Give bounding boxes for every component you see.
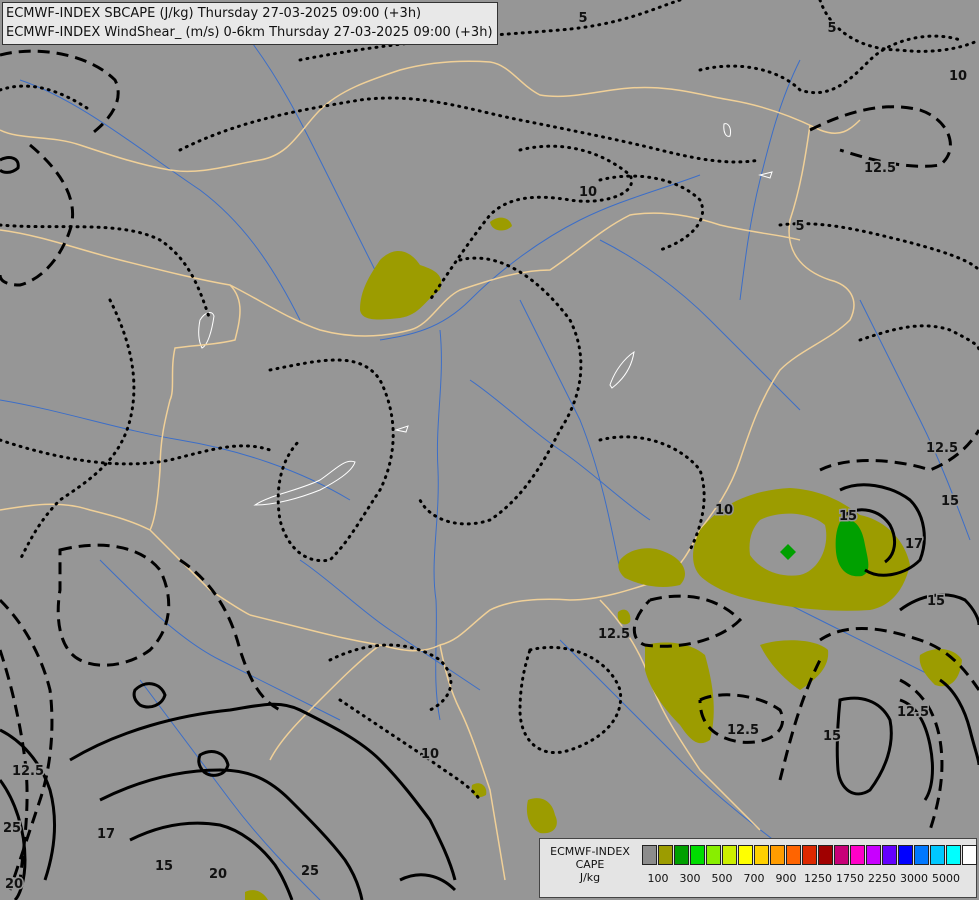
legend-swatch	[962, 845, 977, 865]
legend-label: ECMWF-INDEX CAPE J/kg	[544, 845, 636, 884]
contour-label: 12.5	[926, 441, 958, 456]
contour-label: 12.5	[864, 161, 896, 176]
contour-label: 5	[795, 219, 804, 234]
map-title-box: ECMWF-INDEX SBCAPE (J/kg) Thursday 27-03…	[2, 2, 498, 45]
contour-label: 10	[715, 503, 733, 518]
contour-label: 15	[155, 859, 173, 874]
contour-label: 25	[301, 864, 319, 879]
legend-tick-label: 500	[711, 872, 733, 885]
legend-swatch	[658, 845, 673, 865]
contour-label: 10	[949, 69, 967, 84]
legend-tick-label: 300	[679, 872, 701, 885]
legend-swatch	[786, 845, 801, 865]
legend-unit: J/kg	[579, 871, 601, 884]
contour-label: 15	[941, 494, 959, 509]
legend-swatch	[834, 845, 849, 865]
legend-variable: CAPE	[575, 858, 605, 871]
legend-swatch	[898, 845, 913, 865]
legend-swatch	[722, 845, 737, 865]
contour-label: 15	[823, 729, 841, 744]
legend-swatch	[850, 845, 865, 865]
legend-swatch	[818, 845, 833, 865]
legend-swatch	[866, 845, 881, 865]
legend-tick-label: 1750	[836, 872, 864, 885]
weather-map: 5 10 12.5 5 10 5 12.5 15 15 15 17 10 12.…	[0, 0, 979, 900]
legend-swatch	[914, 845, 929, 865]
legend-swatch	[738, 845, 753, 865]
map-background	[0, 0, 979, 900]
legend-swatch	[882, 845, 897, 865]
windshear-title: ECMWF-INDEX WindShear_ (m/s) 0-6km Thurs…	[6, 25, 493, 40]
contour-label: 12.5	[12, 764, 44, 779]
legend-tick-label: 1250	[804, 872, 832, 885]
legend-tick-label: 3000	[900, 872, 928, 885]
legend-color-scale	[642, 845, 978, 865]
contour-label: 15	[927, 594, 945, 609]
contour-label: 20	[5, 877, 23, 892]
cape-title: ECMWF-INDEX SBCAPE (J/kg) Thursday 27-03…	[6, 6, 422, 21]
contour-label: 5	[578, 11, 587, 26]
contour-label: 10	[421, 747, 439, 762]
legend-model: ECMWF-INDEX	[550, 845, 630, 858]
contour-label: 17	[905, 537, 923, 552]
contour-label: 20	[209, 867, 227, 882]
legend-tick-label: 100	[647, 872, 669, 885]
legend-swatch	[754, 845, 769, 865]
legend-swatch	[946, 845, 961, 865]
legend-swatch	[930, 845, 945, 865]
legend-tick-label: 700	[743, 872, 765, 885]
legend-swatch	[690, 845, 705, 865]
legend-tick-label: 5000	[932, 872, 960, 885]
contour-label: 17	[97, 827, 115, 842]
contour-label: 25	[3, 821, 21, 836]
contour-label: 5	[827, 21, 836, 36]
legend-swatch	[642, 845, 657, 865]
legend-swatch	[770, 845, 785, 865]
legend-swatch	[802, 845, 817, 865]
cape-legend: ECMWF-INDEX CAPE J/kg 100 300 500 700 900 125…	[539, 838, 977, 898]
contour-label: 15	[839, 509, 857, 524]
contour-label: 12.5	[897, 705, 929, 720]
contour-label: 10	[579, 185, 597, 200]
legend-tick-label: 900	[775, 872, 797, 885]
legend-swatch	[674, 845, 689, 865]
contour-label: 12.5	[598, 627, 630, 642]
legend-tick-labels: 100 300 500 700 900 1250 1750 2250 3000 5000	[640, 872, 976, 886]
legend-swatch	[706, 845, 721, 865]
contour-label: 12.5	[727, 723, 759, 738]
legend-tick-label: 2250	[868, 872, 896, 885]
